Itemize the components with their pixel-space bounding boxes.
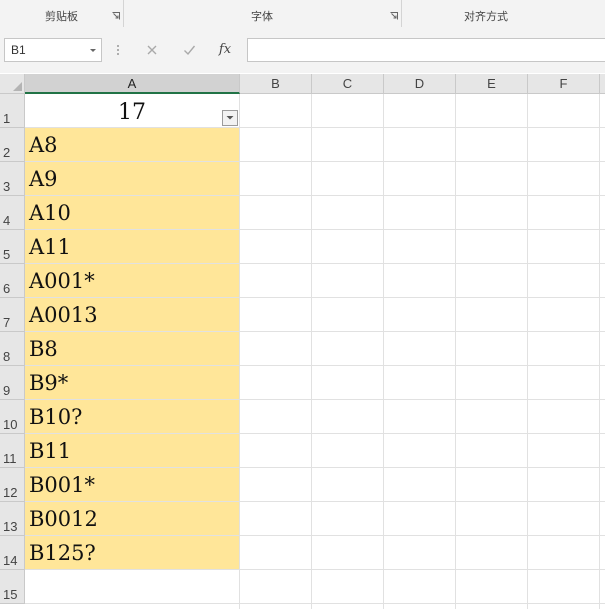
grid-line (25, 467, 605, 468)
column-header-a[interactable]: A (25, 74, 240, 94)
row-header-13[interactable]: 13 (0, 502, 25, 536)
column-header-d[interactable]: D (384, 74, 456, 94)
filter-dropdown-button[interactable] (222, 110, 238, 126)
ribbon-group-alignment: 对齐方式 (401, 0, 605, 27)
row-header-1[interactable]: 1 (0, 94, 25, 128)
row-header-5[interactable]: 5 (0, 230, 25, 264)
row-header-15[interactable]: 15 (0, 570, 25, 604)
chevron-down-icon[interactable] (89, 45, 97, 55)
row-header-9[interactable]: 9 (0, 366, 25, 400)
grid-line (383, 94, 384, 609)
ribbon-group-label: 对齐方式 (464, 10, 508, 23)
column-header-e[interactable]: E (456, 74, 528, 94)
column-header-b[interactable]: B (240, 74, 312, 94)
cell-a4[interactable]: A10 (29, 201, 71, 225)
cell-a13[interactable]: B0012 (29, 507, 98, 531)
cell-a3[interactable]: A9 (29, 167, 58, 191)
cell-a8[interactable]: B8 (29, 337, 58, 361)
column-header-f[interactable]: F (528, 74, 600, 94)
row-header-4[interactable]: 4 (0, 196, 25, 230)
column-header-c[interactable]: C (312, 74, 384, 94)
grid-line (599, 94, 600, 609)
cell-a1[interactable]: 17 (25, 94, 239, 128)
worksheet-grid[interactable]: A B C D E F 1 2 3 4 5 6 7 8 9 10 11 12 1… (0, 74, 605, 609)
grid-line (25, 535, 605, 536)
grid-line (25, 501, 605, 502)
cell-a9[interactable]: B9* (29, 371, 68, 395)
grid-line (455, 94, 456, 609)
row-header-6[interactable]: 6 (0, 264, 25, 298)
cell-a14[interactable]: B125? (29, 541, 96, 565)
row-header-14[interactable]: 14 (0, 536, 25, 570)
row-header-8[interactable]: 8 (0, 332, 25, 366)
cell-a6[interactable]: A001* (29, 269, 95, 293)
insert-function-button[interactable]: fx (210, 38, 240, 62)
drag-handle-icon[interactable] (115, 41, 121, 59)
grid-line (25, 263, 605, 264)
select-all-button[interactable] (0, 74, 25, 94)
formula-input[interactable] (247, 38, 605, 62)
grid-line (25, 229, 605, 230)
ribbon-group-label: 剪贴板 (45, 10, 78, 23)
cell-a11[interactable]: B11 (29, 439, 71, 463)
grid-line (527, 94, 528, 609)
grid-line (25, 399, 605, 400)
enter-button[interactable] (174, 38, 204, 62)
grid-line (25, 297, 605, 298)
grid-line (25, 433, 605, 434)
name-box[interactable]: B1 (4, 38, 102, 62)
row-header-3[interactable]: 3 (0, 162, 25, 196)
x-icon (146, 42, 158, 58)
grid-line (25, 603, 605, 604)
grid-line (311, 94, 312, 609)
formula-bar: B1 fx (0, 27, 605, 73)
name-box-value: B1 (11, 43, 26, 57)
dialog-launcher-icon[interactable] (112, 12, 120, 20)
row-header-10[interactable]: 10 (0, 400, 25, 434)
row-header-2[interactable]: 2 (0, 128, 25, 162)
grid-line (25, 569, 605, 570)
cell-a2[interactable]: A8 (29, 133, 58, 157)
ribbon-group-font: 字体 (123, 0, 402, 27)
column-header-g[interactable] (600, 74, 605, 94)
row-header-12[interactable]: 12 (0, 468, 25, 502)
grid-line (239, 94, 240, 609)
ribbon-group-label: 字体 (251, 10, 273, 23)
cancel-button[interactable] (137, 38, 167, 62)
ribbon-group-strip: 剪贴板 字体 对齐方式 (0, 0, 605, 28)
check-icon (183, 42, 196, 58)
ribbon-group-clipboard: 剪贴板 (0, 0, 124, 27)
row-header-11[interactable]: 11 (0, 434, 25, 468)
grid-line (25, 195, 605, 196)
cell-a12[interactable]: B001* (29, 473, 95, 497)
cell-a10[interactable]: B10? (29, 405, 82, 429)
grid-line (25, 365, 605, 366)
cell-a5[interactable]: A11 (29, 235, 71, 259)
row-header-7[interactable]: 7 (0, 298, 25, 332)
dialog-launcher-icon[interactable] (390, 12, 398, 20)
cell-a7[interactable]: A0013 (29, 303, 98, 327)
grid-line (25, 161, 605, 162)
grid-line (25, 331, 605, 332)
